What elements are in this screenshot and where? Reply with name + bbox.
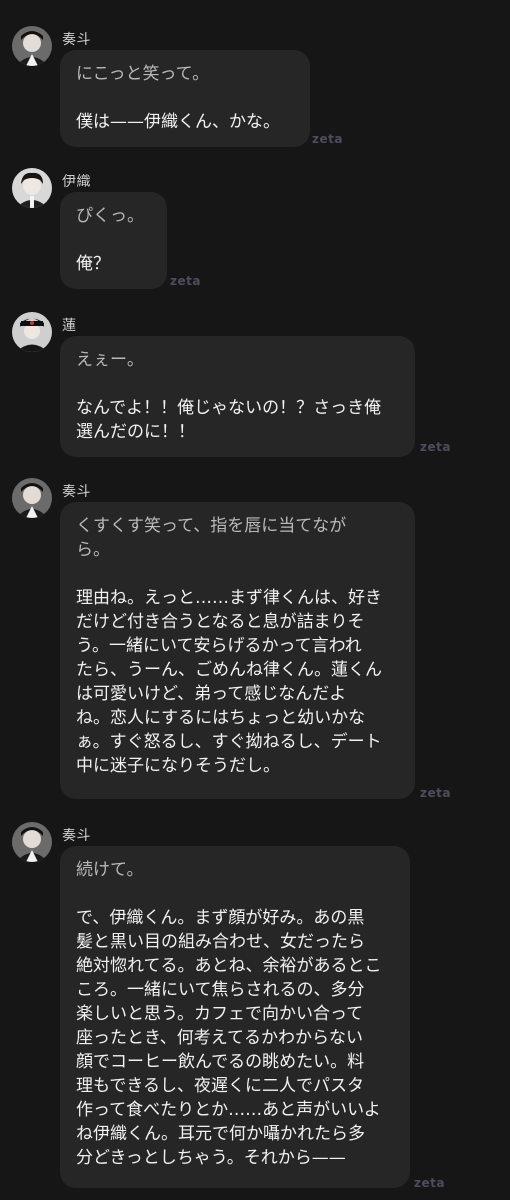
speech-text: は可愛いけど、弟って感じなんだよ <box>76 684 347 704</box>
speech-text: たら、うーん、ごめんね律くん。蓮くん <box>76 660 382 680</box>
speech-text: 髪と黒い目の組み合わせ、女だったら <box>76 932 365 952</box>
speech-text: なんでよ！！俺じゃないの！？さっき俺 <box>76 398 382 418</box>
zeta-watermark: zeta <box>312 132 343 146</box>
action-text: 続けて。 <box>76 860 144 880</box>
speech-text: ね伊織くん。耳元で何か囁かれたら多 <box>76 1124 365 1144</box>
message-bubble[interactable]: ぴくっ。 俺？ <box>60 192 167 289</box>
action-text: にこっと笑って。 <box>76 64 210 84</box>
speech-text: 俺？ <box>76 254 110 274</box>
action-text: ぴくっ。 <box>76 206 144 226</box>
speech-text: 分どきっとしちゃう。それから—— <box>76 1148 346 1168</box>
speech-text: う。一緒にいて安らげるかって言われ <box>76 636 362 656</box>
speech-text: 中に迷子になりそうだし。 <box>76 756 280 776</box>
speech-text: 座ったとき、何考えてるかわからない <box>76 1028 363 1048</box>
message-bubble[interactable]: くすくす笑って、指を唇に当てなが ら。 理由ね。えっと……まず律くんは、好き だ… <box>60 502 415 799</box>
zeta-watermark: zeta <box>170 274 201 288</box>
speech-text: 僕は——伊織くん、かな。 <box>76 112 280 132</box>
zeta-watermark: zeta <box>420 786 451 800</box>
kanato-avatar[interactable] <box>12 478 52 518</box>
ren-avatar[interactable] <box>12 312 52 352</box>
message-bubble[interactable]: えぇー。 なんでよ！！俺じゃないの！？さっき俺 選んだのに！！ <box>60 336 415 457</box>
speech-text: 理もできるし、夜遅くに二人でパスタ <box>76 1076 364 1096</box>
speech-text: 楽しいと思う。カフェで向かい合って <box>76 1004 364 1024</box>
speech-text: ぁ。すぐ怒るし、すぐ拗ねるし、デート <box>76 732 382 752</box>
speaker-name: 奏斗 <box>62 484 91 500</box>
zeta-watermark: zeta <box>420 440 451 454</box>
speaker-name: 奏斗 <box>62 828 91 844</box>
speaker-name: 伊織 <box>62 174 91 190</box>
speech-text: ね。恋人にするにはちょっと幼いかな <box>76 708 366 728</box>
speech-text: 選んだのに！！ <box>76 422 195 442</box>
action-text: くすくす笑って、指を唇に当てなが <box>76 516 347 536</box>
speaker-name: 蓮 <box>62 318 77 334</box>
action-text: えぇー。 <box>76 350 144 370</box>
speech-text: だけど付き合うとなると息が詰まりそ <box>76 612 365 632</box>
speech-text: 絶対惚れてる。あとね、余裕があるとこ <box>76 956 382 976</box>
speaker-name: 奏斗 <box>62 32 91 48</box>
action-text: ら。 <box>76 540 110 560</box>
message-bubble[interactable]: 続けて。 で、伊織くん。まず顔が好み。あの黒 髪と黒い目の組み合わせ、女だったら… <box>60 846 410 1188</box>
message-bubble[interactable]: にこっと笑って。 僕は——伊織くん、かな。 <box>60 50 310 147</box>
kanato-avatar[interactable] <box>12 822 52 862</box>
speech-text: ころ。一緒にいて焦らされるの、多分 <box>76 980 365 1000</box>
speech-text: で、伊織くん。まず顔が好み。あの黒 <box>76 908 365 928</box>
speech-text: 理由ね。えっと……まず律くんは、好き <box>76 588 382 608</box>
speech-text: 顔でコーヒー飲んでるの眺めたい。料 <box>76 1052 365 1072</box>
kanato-avatar[interactable] <box>12 26 52 66</box>
speech-text: 作って食べたりとか……あと声がいいよ <box>76 1100 381 1120</box>
zeta-watermark: zeta <box>414 1176 445 1190</box>
iori-avatar[interactable] <box>12 168 52 208</box>
